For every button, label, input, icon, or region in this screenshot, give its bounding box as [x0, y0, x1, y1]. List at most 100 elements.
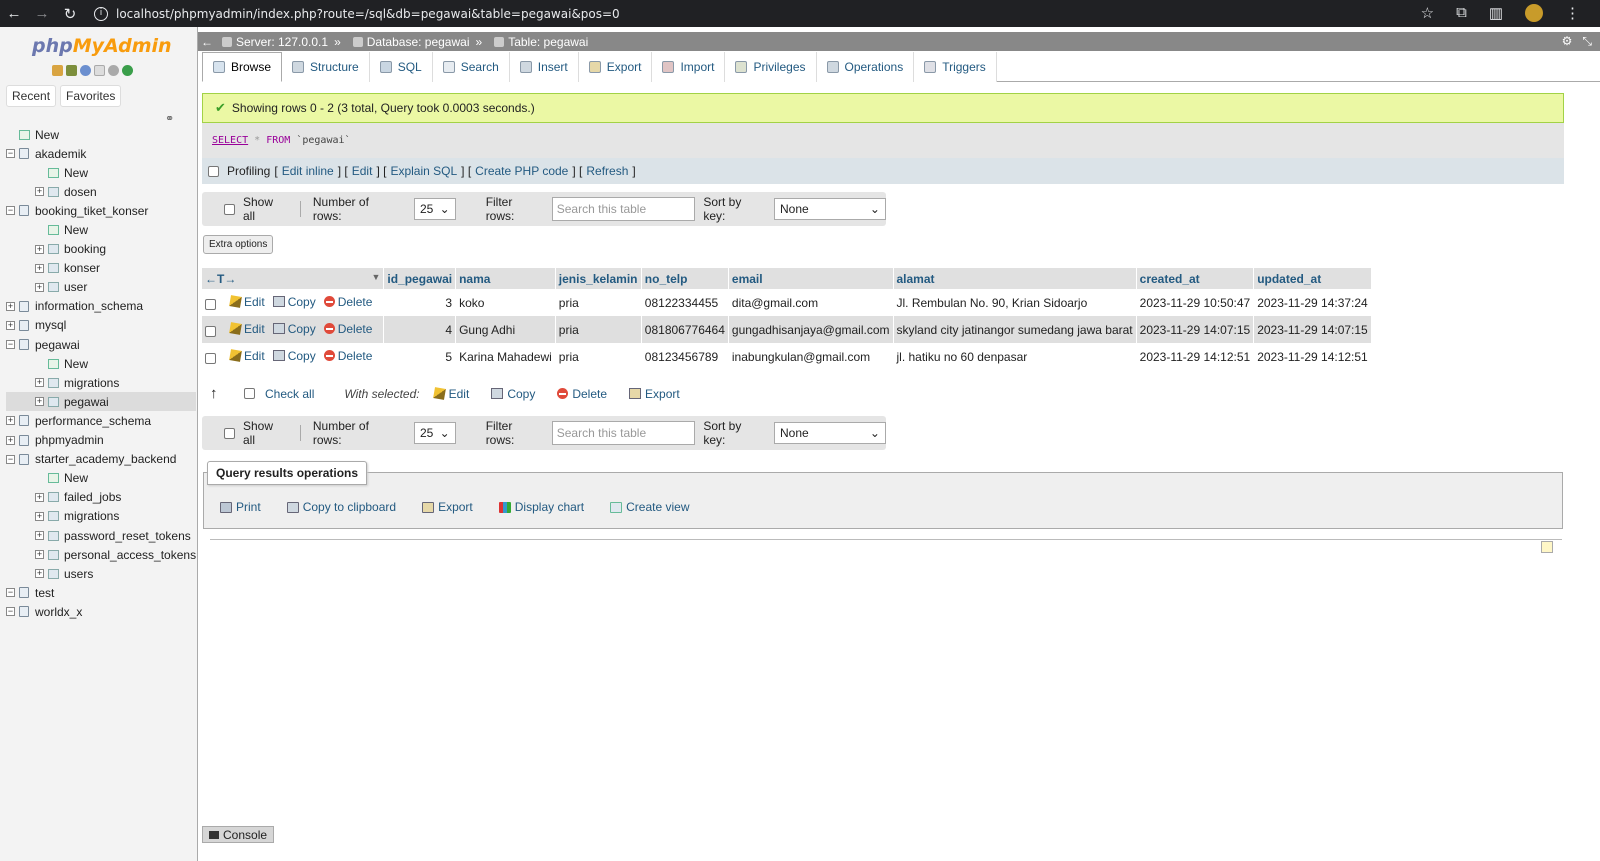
bulk-export-button[interactable]: Export [629, 387, 680, 401]
back-arrow-icon[interactable]: ← [0, 5, 28, 22]
tree-database-item[interactable]: − akademik [6, 144, 196, 163]
breadcrumb-server[interactable]: Server: 127.0.0.1 [222, 35, 328, 49]
extensions-icon[interactable]: ⧉ [1456, 4, 1467, 22]
row-delete-button[interactable]: Delete [323, 349, 372, 363]
tree-table-item[interactable]: + password_reset_tokens [6, 526, 196, 545]
row-edit-button[interactable]: Edit [229, 322, 265, 336]
number-of-rows-select[interactable]: 25 ⌄ [414, 422, 456, 444]
column-header-jenis_kelamin[interactable]: jenis_kelamin [555, 268, 642, 289]
cell-jenis_kelamin[interactable]: pria [555, 343, 642, 370]
collapse-minus-icon[interactable]: − [6, 206, 15, 216]
cell-created_at[interactable]: 2023-11-29 14:07:15 [1136, 316, 1255, 343]
column-header-created_at[interactable]: created_at [1136, 268, 1255, 289]
recent-button[interactable]: Recent [6, 85, 57, 107]
forward-arrow-icon[interactable]: → [28, 5, 56, 22]
bulk-delete-button[interactable]: Delete [557, 387, 607, 401]
reload-nav-icon[interactable] [122, 65, 133, 76]
sort-by-key-select[interactable]: None ⌄ [774, 422, 886, 444]
tab-search[interactable]: Search [432, 52, 510, 82]
tree-database-item[interactable]: + phpmyadmin [6, 431, 196, 450]
expand-plus-icon[interactable]: + [6, 416, 15, 426]
print-button[interactable]: Print [220, 500, 261, 514]
tree-table-item[interactable]: + failed_jobs [6, 488, 196, 507]
create-view-button[interactable]: Create view [610, 500, 689, 514]
tree-new-item[interactable]: New [6, 125, 196, 144]
row-delete-button[interactable]: Delete [323, 295, 372, 309]
cell-alamat[interactable]: Jl. Rembulan No. 90, Krian Sidoarjo [893, 289, 1137, 316]
address-bar[interactable]: i localhost/phpmyadmin/index.php?route=/… [94, 6, 620, 21]
tree-table-item[interactable]: + users [6, 564, 196, 583]
expand-plus-icon[interactable]: + [35, 531, 44, 541]
cell-jenis_kelamin[interactable]: pria [555, 316, 642, 343]
link-chain-icon[interactable]: ⚭ [165, 112, 174, 125]
expand-plus-icon[interactable]: + [6, 320, 15, 330]
row-checkbox[interactable] [205, 325, 216, 337]
tree-table-item[interactable]: + user [6, 278, 196, 297]
breadcrumb-table[interactable]: Table: pegawai [494, 35, 588, 49]
row-copy-button[interactable]: Copy [272, 349, 316, 363]
expand-plus-icon[interactable]: + [35, 492, 44, 502]
help-icon[interactable] [80, 65, 91, 76]
collapse-minus-icon[interactable]: − [6, 340, 15, 350]
column-header-id_pegawai[interactable]: id_pegawai [383, 268, 457, 289]
console-button[interactable]: Console [202, 826, 275, 843]
check-all-link[interactable]: Check all [265, 387, 314, 401]
sidepanel-icon[interactable]: ▥ [1489, 4, 1503, 22]
create-php-code-link[interactable]: Create PHP code [475, 164, 568, 178]
cell-nama[interactable]: Gung Adhi [455, 316, 556, 343]
tree-connector-icon[interactable] [35, 168, 44, 177]
tree-connector-icon[interactable] [6, 130, 15, 139]
copy-to-clipboard-button[interactable]: Copy to clipboard [286, 500, 396, 514]
tree-database-item[interactable]: + mysql [6, 316, 196, 335]
sql-select-keyword[interactable]: SELECT [212, 135, 248, 146]
logout-icon[interactable] [66, 65, 77, 76]
number-of-rows-select[interactable]: 25 ⌄ [414, 198, 456, 220]
refresh-link[interactable]: Refresh [586, 164, 628, 178]
expand-plus-icon[interactable]: + [35, 244, 44, 254]
tree-new-item[interactable]: New [6, 354, 196, 373]
edit-query-link[interactable]: Edit [352, 164, 373, 178]
tree-database-item[interactable]: + information_schema [6, 297, 196, 316]
display-chart-button[interactable]: Display chart [498, 500, 584, 514]
expand-plus-icon[interactable]: + [35, 569, 44, 579]
tab-browse[interactable]: Browse [202, 52, 283, 82]
cell-created_at[interactable]: 2023-11-29 14:12:51 [1136, 343, 1255, 370]
extra-options-button[interactable]: Extra options [203, 235, 274, 254]
cell-email[interactable]: inabungkulan@gmail.com [728, 343, 894, 370]
tab-import[interactable]: Import [652, 52, 726, 82]
bulk-copy-button[interactable]: Copy [491, 387, 535, 401]
cell-alamat[interactable]: skyland city jatinangor sumedang jawa ba… [893, 316, 1137, 343]
bookmark-star-icon[interactable]: ☆ [1421, 4, 1434, 22]
phpmyadmin-logo[interactable]: phpMyAdmin [32, 35, 172, 57]
column-header-updated_at[interactable]: updated_at [1253, 268, 1372, 289]
tree-connector-icon[interactable] [35, 226, 44, 235]
tab-triggers[interactable]: Triggers [914, 52, 997, 82]
filter-rows-input[interactable]: Search this table [551, 197, 696, 221]
column-header-alamat[interactable]: alamat [893, 268, 1137, 289]
row-copy-button[interactable]: Copy [272, 295, 316, 309]
cell-id_pegawai[interactable]: 5 [383, 343, 457, 370]
expand-plus-icon[interactable]: + [35, 511, 44, 521]
sql-query-display[interactable]: SELECT * FROM `pegawai` [202, 123, 1564, 158]
expand-plus-icon[interactable]: + [35, 187, 44, 197]
docs-icon[interactable] [94, 65, 105, 76]
profile-avatar[interactable] [1525, 4, 1543, 22]
collapse-sidebar-arrow-icon[interactable]: ← [198, 35, 216, 49]
expand-plus-icon[interactable]: + [6, 301, 15, 311]
tree-connector-icon[interactable] [35, 359, 44, 368]
tree-new-item[interactable]: New [6, 220, 196, 239]
expand-plus-icon[interactable]: + [35, 550, 44, 560]
tree-table-item[interactable]: + migrations [6, 373, 196, 392]
check-all-checkbox[interactable] [244, 388, 255, 399]
tree-connector-icon[interactable] [35, 474, 44, 483]
tree-database-item[interactable]: + performance_schema [6, 411, 196, 430]
collapse-minus-icon[interactable]: − [6, 454, 15, 464]
tree-database-item[interactable]: − worldx_x [6, 602, 196, 621]
tab-sql[interactable]: SQL [369, 52, 433, 82]
tab-privileges[interactable]: Privileges [725, 52, 817, 82]
cell-nama[interactable]: koko [455, 289, 556, 316]
tree-database-item[interactable]: − booking_tiket_konser [6, 201, 196, 220]
cell-created_at[interactable]: 2023-11-29 10:50:47 [1136, 289, 1255, 316]
cell-no_telp[interactable]: 08122334455 [641, 289, 729, 316]
explain-sql-link[interactable]: Explain SQL [390, 164, 457, 178]
